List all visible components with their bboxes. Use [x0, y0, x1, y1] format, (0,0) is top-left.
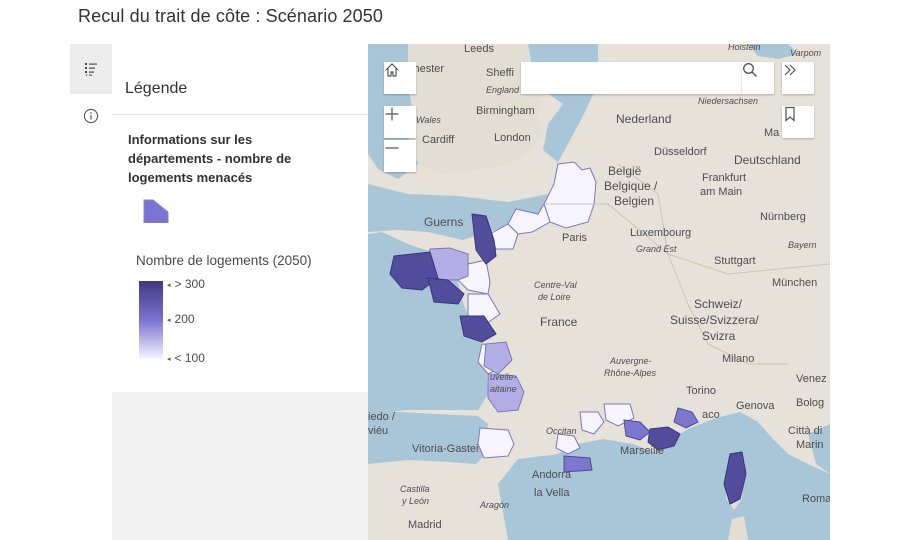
home-icon	[385, 63, 399, 77]
label-sheffield: Sheffi	[486, 67, 514, 79]
legend-card: Légende Informations sur les département…	[112, 44, 368, 392]
page-title: Recul du trait de côte : Scénario 2050	[78, 6, 383, 26]
ramp-label-low-text: < 100	[174, 351, 205, 365]
label-monaco: aco	[702, 409, 720, 421]
label-roma: Roma	[802, 493, 830, 505]
label-marseille: Marseille	[620, 445, 664, 457]
search-icon	[743, 63, 757, 77]
label-belgie: België	[608, 164, 642, 178]
minus-icon	[385, 147, 399, 149]
legend-list-icon	[85, 63, 97, 76]
ramp-label-high-text: > 300	[174, 277, 205, 291]
label-belgique: Belgique /	[604, 179, 658, 193]
label-torino: Torino	[686, 385, 716, 397]
label-birmingham: Birmingham	[476, 105, 535, 117]
search-input[interactable]	[521, 62, 742, 94]
label-wales: Wales	[416, 115, 441, 125]
zoom-out-button[interactable]	[384, 140, 416, 172]
zoom-in-button[interactable]	[384, 106, 416, 138]
label-schweiz: Schweiz/	[694, 297, 743, 311]
label-luxembourg: Luxembourg	[630, 227, 691, 239]
info-icon	[83, 108, 99, 124]
label-holstein: Holstein	[728, 44, 761, 52]
ramp-label-high: ◂ > 300	[167, 277, 205, 291]
label-guernsey: Guerns	[424, 215, 463, 229]
label-genova: Genova	[736, 400, 775, 412]
label-centre-val: Centre-Val	[534, 280, 578, 290]
polygon-swatch-icon	[143, 199, 169, 223]
label-england: England	[486, 85, 520, 95]
label-oviedo: iedo /	[368, 411, 396, 423]
label-niedersachsen: Niedersachsen	[698, 96, 758, 106]
bookmark-icon	[785, 106, 795, 122]
home-button[interactable]	[384, 62, 416, 94]
label-nuernberg: Nürnberg	[760, 211, 806, 223]
label-deutschland: Deutschland	[734, 153, 801, 167]
basemap: Leeds chester Sheffi England Birmingham …	[368, 44, 830, 540]
label-svizra: Svizra	[702, 329, 736, 343]
color-ramp	[139, 281, 163, 359]
label-rhone-alpes: Rhône-Alpes	[604, 368, 657, 378]
label-marino: Marin	[796, 439, 824, 451]
legend-panel: Légende Informations sur les département…	[112, 44, 368, 540]
label-stuttgart: Stuttgart	[714, 255, 756, 267]
bookmarks-button[interactable]	[782, 106, 814, 138]
label-aragon: Aragón	[479, 500, 509, 510]
panel-rail	[70, 44, 112, 540]
label-uvieu: viéu	[368, 425, 388, 437]
label-grand-est: Grand Est	[636, 244, 677, 254]
ramp-label-mid: ◂ 200	[167, 312, 195, 326]
label-london: London	[494, 132, 531, 144]
label-y-leon: y León	[401, 496, 429, 506]
legend-tab[interactable]	[70, 44, 112, 94]
label-bologna: Bolog	[796, 397, 824, 409]
map-view[interactable]: Leeds chester Sheffi England Birmingham …	[368, 44, 830, 540]
plus-icon	[385, 107, 399, 121]
label-muenchen: München	[772, 277, 817, 289]
label-suisse: Suisse/Svizzera/	[670, 313, 759, 327]
label-occitanie: Occitan	[546, 426, 577, 436]
layer-title: Informations sur les départements - nomb…	[128, 132, 292, 185]
label-castilla: Castilla	[400, 484, 430, 494]
label-ma: Ma	[764, 127, 780, 139]
ramp-label-low: ◂ < 100	[167, 351, 205, 365]
label-citta-di: Città di	[788, 425, 822, 437]
label-bayern: Bayern	[788, 240, 817, 250]
dept-pyrenees-atlantiques	[477, 427, 515, 459]
label-france: France	[540, 315, 578, 329]
label-duesseldorf: Düsseldorf	[654, 146, 708, 158]
legend-header: Légende	[125, 80, 188, 97]
label-nouvelle: uvelle-	[490, 372, 517, 382]
label-aquitaine: aitaine	[490, 384, 517, 394]
search-button[interactable]	[742, 62, 774, 94]
label-belgien: Belgien	[614, 194, 654, 208]
label-andorra: Andorra	[532, 469, 572, 481]
label-vitoria: Vitoria-Gastei	[412, 443, 478, 455]
legend-divider	[112, 114, 368, 115]
label-madrid: Madrid	[408, 519, 442, 531]
label-venezia: Venez	[796, 373, 827, 385]
label-frankfurt: Frankfurt	[702, 172, 746, 184]
label-nederland: Nederland	[616, 112, 671, 126]
expand-button[interactable]	[782, 62, 814, 94]
label-auvergne: Auvergne-	[609, 356, 652, 366]
label-am-main: am Main	[700, 186, 742, 198]
label-cardiff: Cardiff	[422, 134, 455, 146]
field-title: Nombre de logements (2050)	[136, 253, 312, 268]
label-de-loire: de Loire	[538, 292, 571, 302]
info-tab[interactable]	[70, 94, 112, 138]
label-leeds: Leeds	[464, 44, 494, 55]
label-la-vella: la Vella	[534, 487, 570, 499]
ramp-label-mid-text: 200	[174, 312, 195, 326]
label-milano: Milano	[722, 353, 754, 365]
double-chevron-right-icon	[784, 64, 796, 76]
label-varpom: Varpom	[790, 48, 822, 58]
label-paris: Paris	[562, 232, 588, 244]
